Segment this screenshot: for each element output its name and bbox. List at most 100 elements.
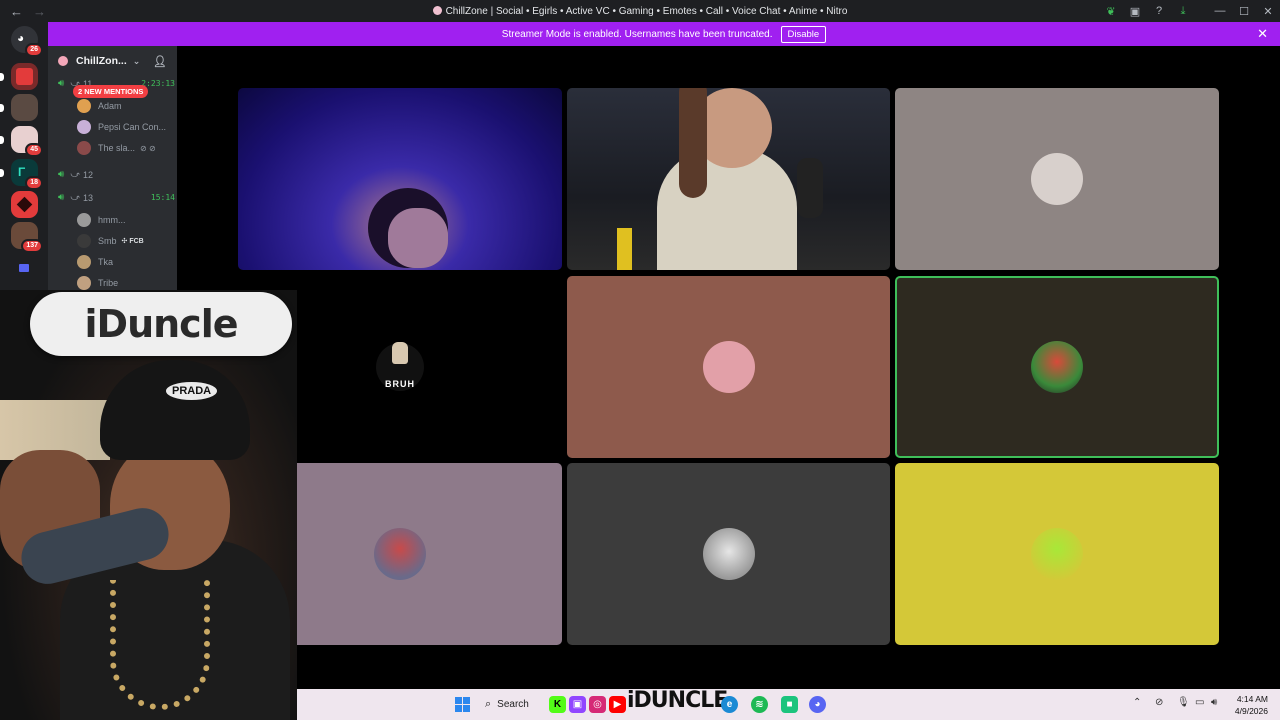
window-title-text: ChillZone | Social • Egirls • Active VC … <box>445 5 848 17</box>
video-feed <box>388 208 448 268</box>
member-name: hmm... <box>98 215 126 225</box>
member-item[interactable]: Pepsi Can Con... <box>77 120 175 134</box>
clock[interactable]: 4:14 AM 4/9/2026 <box>1235 693 1268 717</box>
download-icon[interactable]: ⤓ <box>1172 0 1194 22</box>
avatar <box>77 276 91 290</box>
member-tag: ✣ FCB <box>121 238 144 245</box>
close-icon[interactable]: ✕ <box>1257 26 1268 42</box>
youtube-app[interactable]: ▶ <box>609 694 626 715</box>
chevron-up-icon[interactable]: ⌃ <box>1133 697 1141 708</box>
spotify-app[interactable]: ≋ <box>751 694 768 715</box>
unread-badge: 137 <box>21 239 43 253</box>
avatar <box>702 341 755 393</box>
tile-chopper[interactable] <box>567 276 890 458</box>
edge-icon: e <box>721 696 738 713</box>
iduncle-brand: iDUNCLE <box>627 688 728 713</box>
add-user-icon[interactable]: 👤︎ <box>153 55 167 68</box>
chevron-down-icon: ⌄ <box>132 55 141 66</box>
instagram-app[interactable]: ◎ <box>589 694 606 715</box>
server-pip <box>0 136 4 144</box>
window-title: ChillZone | Social • Egirls • Active VC … <box>0 5 1280 17</box>
member-item[interactable]: Tka <box>77 255 175 269</box>
member-item[interactable]: Adam <box>77 99 175 113</box>
avatar <box>77 213 91 227</box>
minimize-button[interactable]: — <box>1208 0 1232 22</box>
avatar <box>77 141 91 155</box>
guild-header[interactable]: ChillZon... ⌄ 👤︎ <box>48 46 177 76</box>
kick-app[interactable]: K <box>549 694 566 715</box>
server-group[interactable]: 137 <box>11 222 43 253</box>
avatar <box>77 99 91 113</box>
voice-channel-12[interactable]: 🔊︎ ⤻ 12 <box>58 169 175 180</box>
streamer-app[interactable]: ■ <box>781 694 798 715</box>
cloud-off-icon[interactable]: ⊘ <box>1155 697 1163 708</box>
discord-home-button[interactable]: ◕ 26 <box>11 26 43 57</box>
tile-video-blue[interactable] <box>238 88 562 270</box>
voice-channel-arrow-icon: ⤻ <box>70 169 80 179</box>
folder-icon[interactable] <box>19 264 29 272</box>
member-item[interactable]: Tribe <box>77 276 175 290</box>
speaker-icon: 🔊︎ <box>58 78 65 89</box>
tile-dog[interactable] <box>567 463 890 645</box>
tile-mario[interactable] <box>895 276 1219 458</box>
server-red-square[interactable] <box>11 191 38 218</box>
clock-date: 4/9/2026 <box>1234 706 1268 716</box>
member-item[interactable]: The sla... ⊘ ⊘ <box>77 141 175 155</box>
disable-button[interactable]: Disable <box>780 25 827 43</box>
forward-arrow-icon[interactable]: → <box>33 4 46 19</box>
taskbar-search[interactable]: ⌕ Search <box>481 694 543 715</box>
microphone-icon[interactable]: 🎙︎ <box>1177 697 1190 708</box>
twitch-app[interactable]: ▣ <box>569 694 586 715</box>
tile-mauve[interactable] <box>297 463 562 645</box>
member-item[interactable]: Smb ✣ FCB <box>77 234 175 248</box>
edge-app[interactable]: e <box>721 694 738 715</box>
unread-badge: 26 <box>25 43 43 57</box>
tile-video-guy[interactable] <box>567 88 890 270</box>
hat-logo: PRADA <box>166 382 218 400</box>
app-icon: ■ <box>781 696 798 713</box>
server-icon <box>432 5 442 15</box>
server-red-logo[interactable] <box>0 63 38 90</box>
start-button[interactable] <box>455 694 471 715</box>
guild-name: ChillZon... <box>76 55 127 67</box>
bucket-hat: PRADA <box>100 360 250 460</box>
iduncle-sign: iDuncle <box>30 292 292 356</box>
server-logo-icon: Γ <box>18 165 26 179</box>
guild-icon <box>58 56 68 66</box>
display-icon[interactable]: ▭ <box>1195 697 1204 708</box>
muted-deafened-icon: ⊘ ⊘ <box>140 143 156 153</box>
member-name: Smb <box>98 236 117 246</box>
cat-icon <box>392 342 408 364</box>
tile-yellow[interactable] <box>895 463 1219 645</box>
leaf-icon[interactable]: ❦ <box>1100 0 1122 22</box>
speaker-icon: 🔊︎ <box>58 169 65 180</box>
maximize-button[interactable]: ☐ <box>1232 0 1256 22</box>
unread-badge: 45 <box>25 143 43 157</box>
server-teal[interactable]: Γ 18 <box>0 159 43 190</box>
back-arrow-icon[interactable]: ← <box>10 4 23 19</box>
server-portrait[interactable] <box>0 94 38 121</box>
close-window-button[interactable]: ✕ <box>1256 0 1280 22</box>
member-name: The sla... <box>98 143 136 153</box>
banner-text: Streamer Mode is enabled. Usernames have… <box>501 28 773 40</box>
sign-text: iDuncle <box>84 302 239 346</box>
inbox-icon[interactable]: ▣ <box>1124 0 1146 22</box>
brand-text: iDUNCLE <box>627 688 728 713</box>
channel-sidebar: ChillZon... ⌄ 👤︎ 🔊︎ ⤻ 11 2:23:13 Adam Pe… <box>48 46 177 290</box>
voice-channel-name: 12 <box>82 169 93 180</box>
voice-channel-13[interactable]: 🔊︎ ⤻ 13 15:14 <box>58 192 175 203</box>
server-anime-girl[interactable]: 45 <box>0 126 43 157</box>
volume-icon[interactable]: 🔊︎ <box>1211 697 1217 708</box>
avatar <box>77 120 91 134</box>
webcam-overlay: iDuncle PRADA <box>0 290 297 720</box>
tile-avatar-grey[interactable] <box>895 88 1219 270</box>
avatar <box>374 528 426 580</box>
discord-app[interactable]: ◕ <box>809 694 826 715</box>
member-item[interactable]: hmm... <box>77 213 175 227</box>
video-feed <box>617 228 632 270</box>
avatar <box>702 528 755 580</box>
video-feed <box>797 158 823 218</box>
server-logo-icon <box>16 68 33 85</box>
help-icon[interactable]: ? <box>1148 0 1170 22</box>
new-mentions-pill[interactable]: 2 NEW MENTIONS <box>73 85 149 98</box>
